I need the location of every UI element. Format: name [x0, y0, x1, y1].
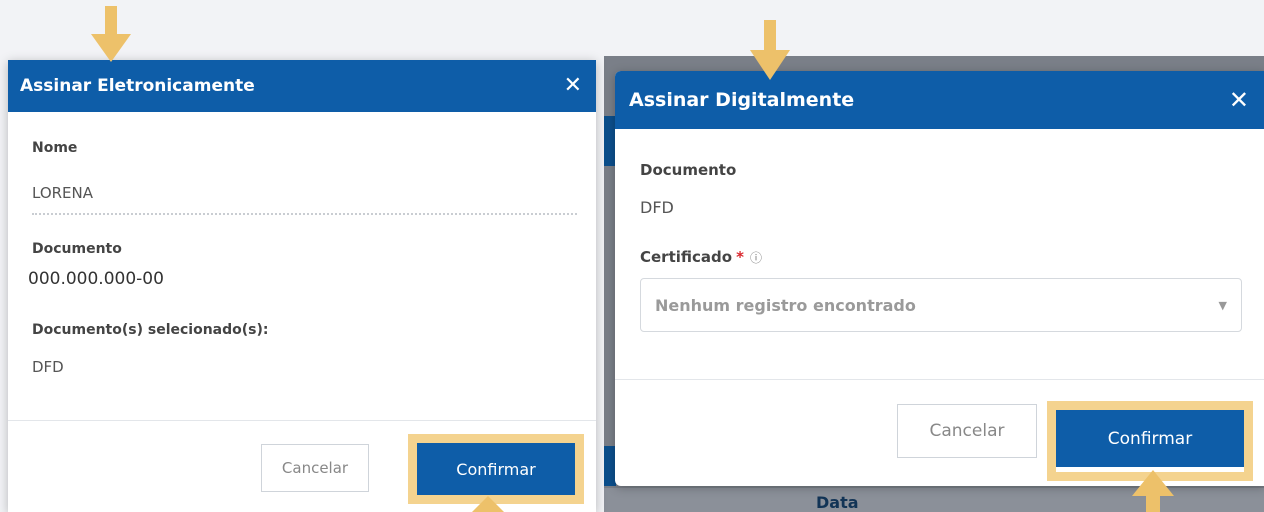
- arrow-up-icon: [472, 496, 504, 512]
- certificado-select-value: Nenhum registro encontrado: [655, 295, 916, 315]
- required-marker: *: [736, 248, 744, 266]
- arrow-down-icon: [91, 6, 131, 62]
- chevron-down-icon: ▼: [1218, 298, 1227, 312]
- selected-documents-label: Documento(s) selecionado(s):: [32, 322, 269, 338]
- arrow-up-icon: [1132, 470, 1174, 512]
- certificado-label: Certificado * ⓘ: [640, 248, 762, 266]
- close-icon[interactable]: ✕: [1229, 88, 1249, 112]
- documento-label: Documento: [640, 161, 737, 179]
- nome-value: LORENA: [32, 184, 94, 202]
- certificado-label-text: Certificado: [640, 248, 733, 266]
- confirm-button[interactable]: Confirmar: [417, 443, 575, 495]
- documento-value: DFD: [640, 198, 674, 217]
- sign-digitally-dialog: Assinar Digitalmente ✕ Documento DFD Cer…: [615, 71, 1264, 486]
- dialog-title: Assinar Eletronicamente: [20, 76, 255, 96]
- sign-electronically-dialog: Assinar Eletronicamente ✕ Nome LORENA Do…: [8, 60, 596, 512]
- documento-label: Documento: [32, 241, 122, 257]
- selected-documents-value: DFD: [32, 358, 64, 376]
- dialog-header: Assinar Eletronicamente ✕: [8, 60, 596, 112]
- dialog-header: Assinar Digitalmente ✕: [615, 71, 1264, 129]
- certificado-select[interactable]: Nenhum registro encontrado ▼: [640, 278, 1242, 332]
- nome-label: Nome: [32, 140, 78, 156]
- nome-underline: [32, 213, 577, 215]
- cancel-button[interactable]: Cancelar: [261, 444, 369, 492]
- arrow-down-icon: [750, 20, 790, 80]
- background-data-column-label: Data: [816, 493, 859, 512]
- documento-value: 000.000.000-00: [28, 269, 164, 289]
- cancel-button[interactable]: Cancelar: [897, 404, 1037, 458]
- info-icon[interactable]: ⓘ: [750, 251, 762, 265]
- close-icon[interactable]: ✕: [564, 75, 582, 97]
- footer-divider: [8, 420, 596, 421]
- dialog-title: Assinar Digitalmente: [629, 89, 855, 111]
- footer-divider: [615, 379, 1264, 380]
- confirm-button[interactable]: Confirmar: [1056, 410, 1244, 467]
